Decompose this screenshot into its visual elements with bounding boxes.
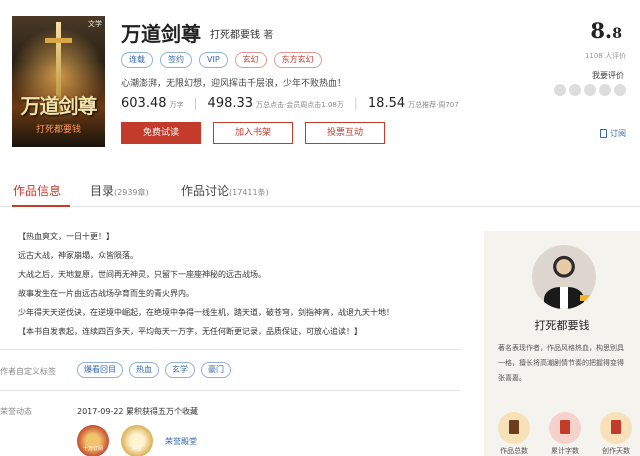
- tab-discussion-count: (17411条): [229, 188, 269, 197]
- tab-discussion-label: 作品讨论: [181, 184, 230, 198]
- tag-genre[interactable]: 玄幻: [234, 52, 267, 68]
- author-name[interactable]: 打死都要钱: [484, 317, 640, 333]
- section-divider: [0, 390, 460, 391]
- custom-tag[interactable]: 爆看回目: [77, 362, 123, 378]
- tab-catalog-count: (2939章): [114, 188, 149, 197]
- rating-score-decimal: 8: [612, 26, 622, 42]
- rating-count: 1108 人评价: [584, 52, 626, 60]
- star-icon[interactable]: [599, 84, 611, 96]
- avatar-shirt: [560, 287, 568, 309]
- star-icon[interactable]: [584, 84, 596, 96]
- book-description: 【热血爽文，一日十更！】 远古大战，神冢崩塌，众皆陨落。 大战之后，天地复原，世…: [18, 227, 458, 341]
- book-cover[interactable]: 文学 万道剑尊 打死都要钱: [12, 16, 105, 147]
- days-count-icon[interactable]: 创作天数: [600, 412, 632, 455]
- book-tags: 连载 签约 VIP 玄幻 东方玄幻: [121, 52, 322, 68]
- star-icon[interactable]: [554, 84, 566, 96]
- honors-label: 荣誉动态: [0, 407, 32, 416]
- description-line: 少年得天天逆伐诀，在逆境中崛起，在绝境中争得一线生机，踏天道，破苍穹，剑指神宵，…: [18, 308, 394, 317]
- vote-button[interactable]: 投票互动: [305, 122, 385, 144]
- description-line: 远古大战，神冢崩塌，众皆陨落。: [18, 251, 138, 260]
- honor-event: 2017-09-22 累积获得五万个收藏: [77, 407, 199, 416]
- cover-tag: 文学: [88, 20, 102, 28]
- author-stat-icons: 作品总数 累计字数 创作天数: [498, 412, 632, 455]
- tab-catalog-label: 目录: [90, 184, 115, 198]
- stat-recommend: 18.54 万总推荐·周707: [368, 96, 459, 111]
- subscribe-label: 订阅: [610, 129, 626, 138]
- word-count-label: 累计字数: [551, 447, 579, 455]
- tag-subgenre[interactable]: 东方玄幻: [273, 52, 322, 68]
- avatar-badge-icon: [580, 295, 590, 301]
- works-count-label: 作品总数: [500, 447, 528, 455]
- stat-words: 603.48 万字: [121, 96, 184, 111]
- tag-contract[interactable]: 签约: [160, 52, 192, 68]
- author-link[interactable]: 打死都要钱: [210, 30, 260, 41]
- section-divider: [0, 349, 460, 350]
- subscribe-link[interactable]: 订阅: [600, 128, 626, 139]
- book-title: 万道剑尊: [121, 22, 201, 46]
- stat-recommend-unit: 万总推荐·周707: [408, 101, 459, 109]
- honor-medals: 十万订阅 新星 荣誉殿堂: [77, 425, 197, 456]
- description-line: 故事发生在一片由远古战场孕育而生的青火界内。: [18, 289, 194, 298]
- document-icon: [600, 129, 607, 138]
- cover-title: 万道剑尊: [20, 94, 98, 118]
- book-stats: 603.48 万字 | 498.33 万总点击·会员周点击1.08万 | 18.54…: [121, 96, 459, 111]
- cover-sword-guard: [45, 38, 72, 43]
- stat-separator: |: [353, 96, 358, 110]
- rate-link[interactable]: 我要评价: [592, 70, 624, 81]
- rating-score-int: 8.: [590, 18, 613, 43]
- tag-status[interactable]: 连载: [121, 52, 153, 68]
- honor-hall-link[interactable]: 荣誉殿堂: [165, 436, 197, 447]
- stat-clicks-unit: 万总点击·会员周点击1.08万: [256, 101, 344, 109]
- tab-info-label: 作品信息: [13, 184, 62, 198]
- cover-author: 打死都要钱: [35, 125, 81, 135]
- medal-icon[interactable]: 十万订阅: [77, 425, 109, 456]
- tab-bar: 作品信息 目录(2939章) 作品讨论(17411条): [0, 171, 640, 207]
- free-read-button[interactable]: 免费试读: [121, 122, 201, 144]
- tab-discussion[interactable]: 作品讨论(17411条): [181, 182, 269, 199]
- medal-label: 十万订阅: [82, 446, 103, 452]
- description-line: 【热血爽文，一日十更！】: [18, 232, 114, 241]
- tag-vip[interactable]: VIP: [199, 52, 228, 68]
- works-count-icon[interactable]: 作品总数: [498, 412, 530, 455]
- stat-recommend-value: 18.54: [367, 96, 406, 111]
- days-count-label: 创作天数: [602, 447, 630, 455]
- author-suffix: 著: [263, 30, 274, 41]
- author-bio: 著名表现作者，作品风格热血，构思别具一格，擅长将高潮剧情节奏的把握得变得张喜嘉。: [498, 344, 624, 382]
- author-panel: 打死都要钱 著名表现作者，作品风格热血，构思别具一格，擅长将高潮剧情节奏的把握得…: [484, 231, 640, 456]
- stat-clicks-value: 498.33: [207, 96, 254, 111]
- star-icon[interactable]: [614, 84, 626, 96]
- stat-words-unit: 万字: [169, 101, 184, 109]
- stat-clicks: 498.33 万总点击·会员周点击1.08万: [208, 96, 344, 111]
- add-to-shelf-button[interactable]: 加入书架: [213, 122, 293, 144]
- stat-words-value: 603.48: [121, 96, 167, 111]
- book-intro: 心潮澎湃，无限幻想，迎风挥击千层浪，少年不败热血！: [121, 79, 347, 89]
- author-avatar[interactable]: [532, 245, 596, 309]
- custom-tags: 爆看回目 热血 玄学 豪门: [77, 362, 231, 378]
- book-author: 打死都要钱 著: [210, 26, 273, 41]
- word-count-icon[interactable]: 累计字数: [549, 412, 581, 455]
- description-line: 【本书自发表起，连续四百多天，平均每天一万字，无任何断更记录，品质保证，可放心追…: [18, 327, 362, 336]
- tab-catalog[interactable]: 目录(2939章): [90, 182, 149, 199]
- rating-score: 8.8: [590, 18, 622, 43]
- stat-separator: |: [193, 96, 198, 110]
- rating-stars[interactable]: [554, 84, 626, 96]
- custom-tag[interactable]: 热血: [129, 362, 159, 378]
- custom-tag[interactable]: 豪门: [201, 362, 231, 378]
- star-icon[interactable]: [569, 84, 581, 96]
- custom-tag[interactable]: 玄学: [165, 362, 195, 378]
- active-tab-indicator: [12, 205, 70, 207]
- medal-icon[interactable]: 新星: [121, 425, 153, 456]
- custom-tags-label: 作者自定义标签: [0, 367, 56, 376]
- description-line: 大战之后，天地复原，世间再无神灵，只留下一座座神秘的远古战场。: [18, 270, 266, 279]
- medal-label: 新星: [131, 446, 142, 452]
- tab-info[interactable]: 作品信息: [13, 182, 61, 199]
